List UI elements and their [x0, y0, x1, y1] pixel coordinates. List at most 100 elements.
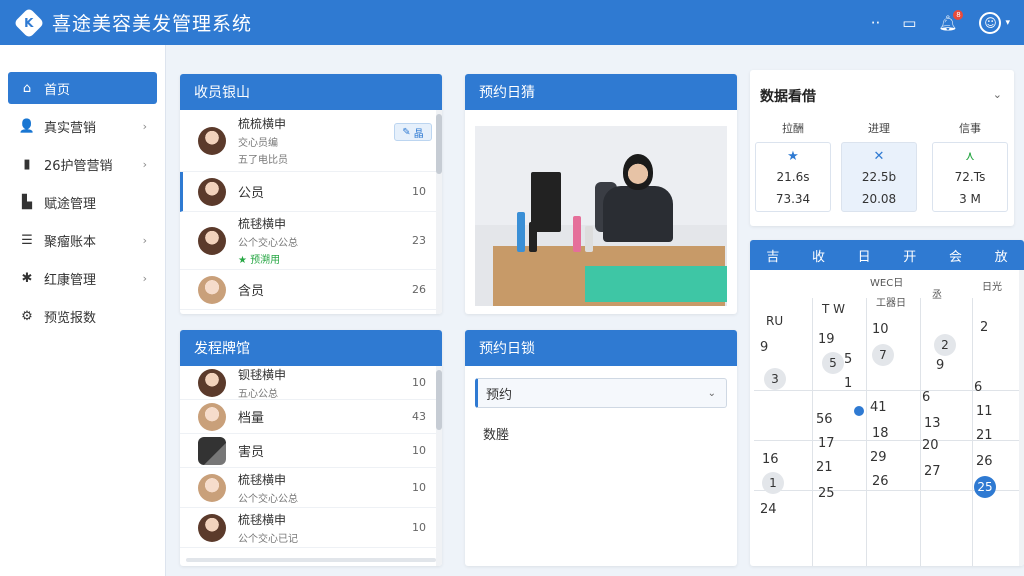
list-item[interactable]: 钡毬横申 五心公总 10 [180, 366, 442, 400]
stylist-body-shape [603, 186, 673, 242]
calendar-day[interactable]: 1 [762, 472, 784, 494]
booking-form-title: 预约日锁 [465, 330, 737, 366]
sidebar-item-1[interactable]: 👤 真实营销 › [8, 110, 157, 142]
cashier-panel: 收员银山 梳梳横申 交心员编 五了电比员 ✎ 晶 公员 10 梳毬横申 公个交心… [180, 74, 442, 314]
sidebar-item-0[interactable]: ⌂ 首页 [8, 72, 157, 104]
calendar-day[interactable]: 6 [974, 380, 982, 395]
window-icon[interactable]: ▭ [902, 14, 916, 32]
hair-panel: 发程牌馆 钡毬横申 五心公总 10 档量 43 害员 10 梳毬横申 公个交心公… [180, 330, 442, 566]
scrollbar[interactable] [436, 110, 442, 314]
item-count: 43 [412, 410, 426, 423]
event-dot [854, 406, 864, 416]
sidebar-item-label: 真实营销 [44, 120, 97, 136]
chevron-right-icon: › [142, 233, 147, 247]
stat-card[interactable]: ★ 21.6s 73.34 [755, 142, 831, 212]
calendar-day[interactable]: 9 [760, 340, 768, 355]
chevron-right-icon: › [142, 157, 147, 171]
sidebar-item-label: 聚瘤账本 [44, 234, 97, 250]
sidebar-item-5[interactable]: ✱ 红康管理 › [8, 262, 157, 294]
calendar-day[interactable]: 24 [760, 502, 777, 517]
list-item[interactable]: 含员 26 [180, 270, 442, 310]
top-bar: K 喜途美容美发管理系统 ·· ▭ 🔔︎ 8 ☺ ▾ [0, 0, 1024, 45]
sidebar-item-6[interactable]: ⚙ 预览报数 [8, 300, 157, 332]
scrollbar[interactable] [436, 366, 442, 566]
notification-badge: 8 [953, 9, 964, 20]
avatar [198, 226, 226, 255]
calendar-day[interactable]: 5 [822, 352, 844, 374]
chevron-down-icon[interactable]: ⌄ [993, 88, 1002, 101]
calendar-today[interactable]: 25 [974, 476, 996, 498]
list-item[interactable]: 梳毬横申 公个交心已记 10 [180, 508, 442, 548]
calendar-day[interactable]: 2 [980, 320, 988, 335]
stat-value: 72.Ts [954, 170, 986, 184]
calendar-day[interactable]: 5 [844, 352, 852, 367]
sidebar-item-3[interactable]: ▙ 赋途管理 [8, 186, 157, 218]
user-icon: 👤 [18, 118, 36, 134]
calendar-sublabel: 日光 [982, 282, 1002, 293]
calendar-day[interactable]: 11 [976, 404, 993, 419]
status-badge: ★ 预溯用 [238, 255, 281, 266]
cashier-title: 收员银山 [180, 74, 442, 110]
item-subtitle: 公个交心公总 [238, 238, 298, 249]
sidebar-item-label: 红康管理 [44, 272, 97, 288]
sidebar-item-2[interactable]: ▮ 26护管营销 › [8, 148, 157, 180]
horizontal-scrollbar[interactable] [186, 558, 436, 562]
bell-icon[interactable]: 🔔︎ 8 [938, 9, 964, 32]
item-title: 梳梳横申 [238, 117, 287, 131]
calendar-day[interactable]: 16 [762, 452, 779, 467]
calendar-day[interactable]: 3 [764, 368, 786, 390]
arrow-icon: ⋏ [965, 149, 975, 164]
list-item[interactable]: 梳毬横申 公个交心公总 ★ 预溯用 23 [180, 212, 442, 270]
item-count: 26 [412, 283, 426, 296]
user-menu[interactable]: ☺ ▾ [979, 11, 1010, 34]
stat-card[interactable]: ✕ 22.5b 20.08 [841, 142, 917, 212]
stat-card[interactable]: ⋏ 72.Ts 3 M [932, 142, 1008, 212]
calendar-day[interactable]: 21 [816, 460, 833, 475]
calendar-day[interactable]: 56 [816, 412, 833, 427]
item-title: 害员 [238, 445, 265, 460]
list-item[interactable]: 档量 43 [180, 400, 442, 434]
item-count: 10 [412, 481, 426, 494]
list-item[interactable]: 公员 10 [180, 172, 442, 212]
calendar-day[interactable]: 6 [922, 390, 930, 405]
list-item[interactable]: 害员 10 [180, 434, 442, 468]
list-item[interactable]: 梳梳横申 交心员编 五了电比员 ✎ 晶 [180, 110, 442, 172]
calendar-day[interactable]: 41 [870, 400, 887, 415]
calendar-day[interactable]: 29 [870, 450, 887, 465]
calendar-day[interactable]: 27 [924, 464, 941, 479]
calendar-day[interactable]: 1 [844, 376, 852, 391]
sidebar-item-4[interactable]: ☰ 聚瘤账本 › [8, 224, 157, 256]
stat-label: 进理 [868, 122, 890, 135]
stat-value: 21.6s [776, 170, 810, 184]
grid-line [972, 298, 973, 566]
item-count: 10 [412, 521, 426, 534]
document-icon: ▙ [22, 194, 32, 210]
calendar-day[interactable]: 26 [976, 454, 993, 469]
item-title: 梳毬横申 [238, 472, 287, 487]
calendar-day[interactable]: 13 [924, 416, 941, 431]
more-icon[interactable]: ·· [871, 14, 881, 32]
gear-icon: ✱ [21, 270, 33, 286]
calendar-day[interactable]: 17 [818, 436, 835, 451]
list-item[interactable]: 梳毬横申 公个交心公总 10 [180, 468, 442, 508]
item-subtitle: 五心公总 [238, 388, 278, 400]
data-label: 数塍 [483, 428, 510, 443]
calendar-day[interactable]: 9 [936, 358, 944, 373]
calendar-day[interactable]: 26 [872, 474, 889, 489]
bottle-shape [573, 216, 581, 252]
calendar-day[interactable]: 7 [872, 344, 894, 366]
booking-select[interactable]: 预约 ⌄ [475, 378, 727, 408]
top-bar-actions: ·· ▭ 🔔︎ 8 ☺ ▾ [871, 0, 1010, 45]
scrollbar[interactable] [1019, 270, 1024, 566]
bottle-icon: ▮ [23, 156, 31, 172]
dashboard-title: 数据看借 [760, 89, 816, 105]
calendar-day[interactable]: 21 [976, 428, 993, 443]
avatar-icon: ☺ [979, 11, 1002, 34]
calendar-day[interactable]: 10 [872, 322, 889, 337]
calendar-day[interactable]: 18 [872, 426, 889, 441]
action-button[interactable]: ✎ 晶 [394, 123, 432, 141]
calendar-day[interactable]: 20 [922, 438, 939, 453]
calendar-day[interactable]: 25 [818, 486, 835, 501]
calendar-day[interactable]: 19 [818, 332, 835, 347]
calendar-day[interactable]: 2 [934, 334, 956, 356]
